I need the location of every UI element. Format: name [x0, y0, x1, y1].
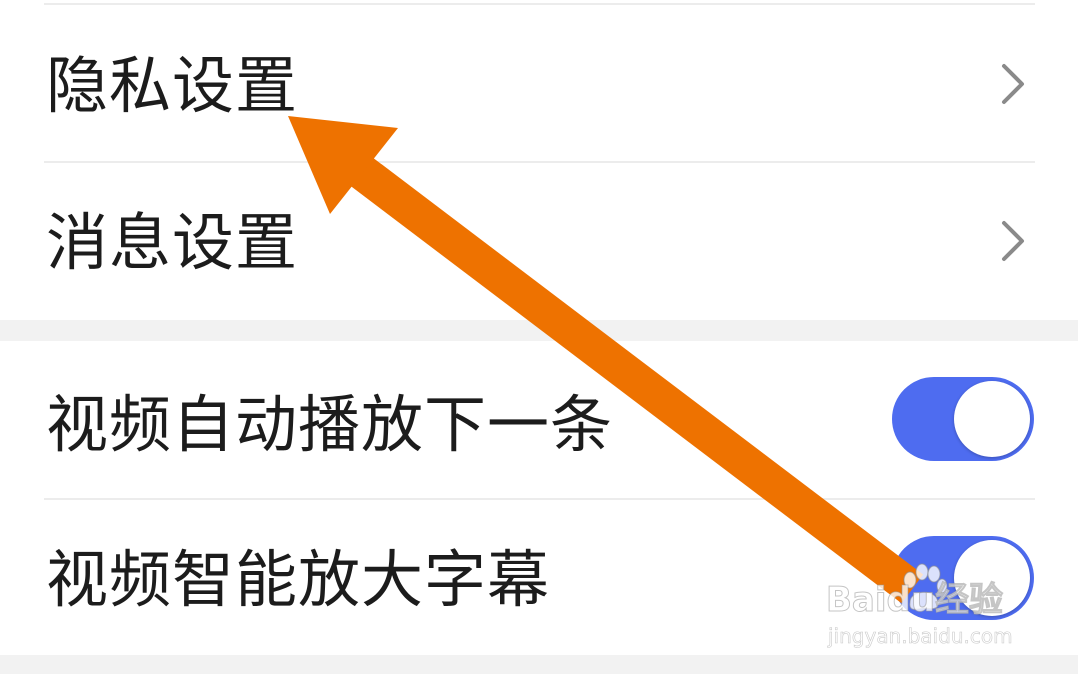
settings-row-label: 视频自动播放下一条 [46, 388, 614, 461]
settings-row-label: 视频智能放大字幕 [46, 543, 551, 616]
toggle-knob [954, 540, 1030, 616]
settings-row-label: 隐私设置 [46, 49, 299, 122]
autoplay-next-toggle[interactable] [892, 377, 1034, 461]
toggle-knob [954, 381, 1030, 457]
chevron-right-icon [1002, 64, 1024, 104]
settings-row-autoplay-next: 视频自动播放下一条 [0, 341, 1078, 498]
settings-row-message[interactable]: 消息设置 [0, 163, 1078, 320]
settings-group-video: 视频自动播放下一条 视频智能放大字幕 [0, 341, 1078, 655]
settings-group-navigation: 隐私设置 消息设置 [0, 0, 1078, 320]
settings-row-label: 消息设置 [46, 206, 299, 279]
chevron-right-icon [1002, 221, 1024, 261]
settings-row-smart-subtitles: 视频智能放大字幕 [0, 500, 1078, 655]
settings-row-privacy[interactable]: 隐私设置 [0, 4, 1078, 162]
smart-subtitles-toggle[interactable] [892, 536, 1034, 620]
